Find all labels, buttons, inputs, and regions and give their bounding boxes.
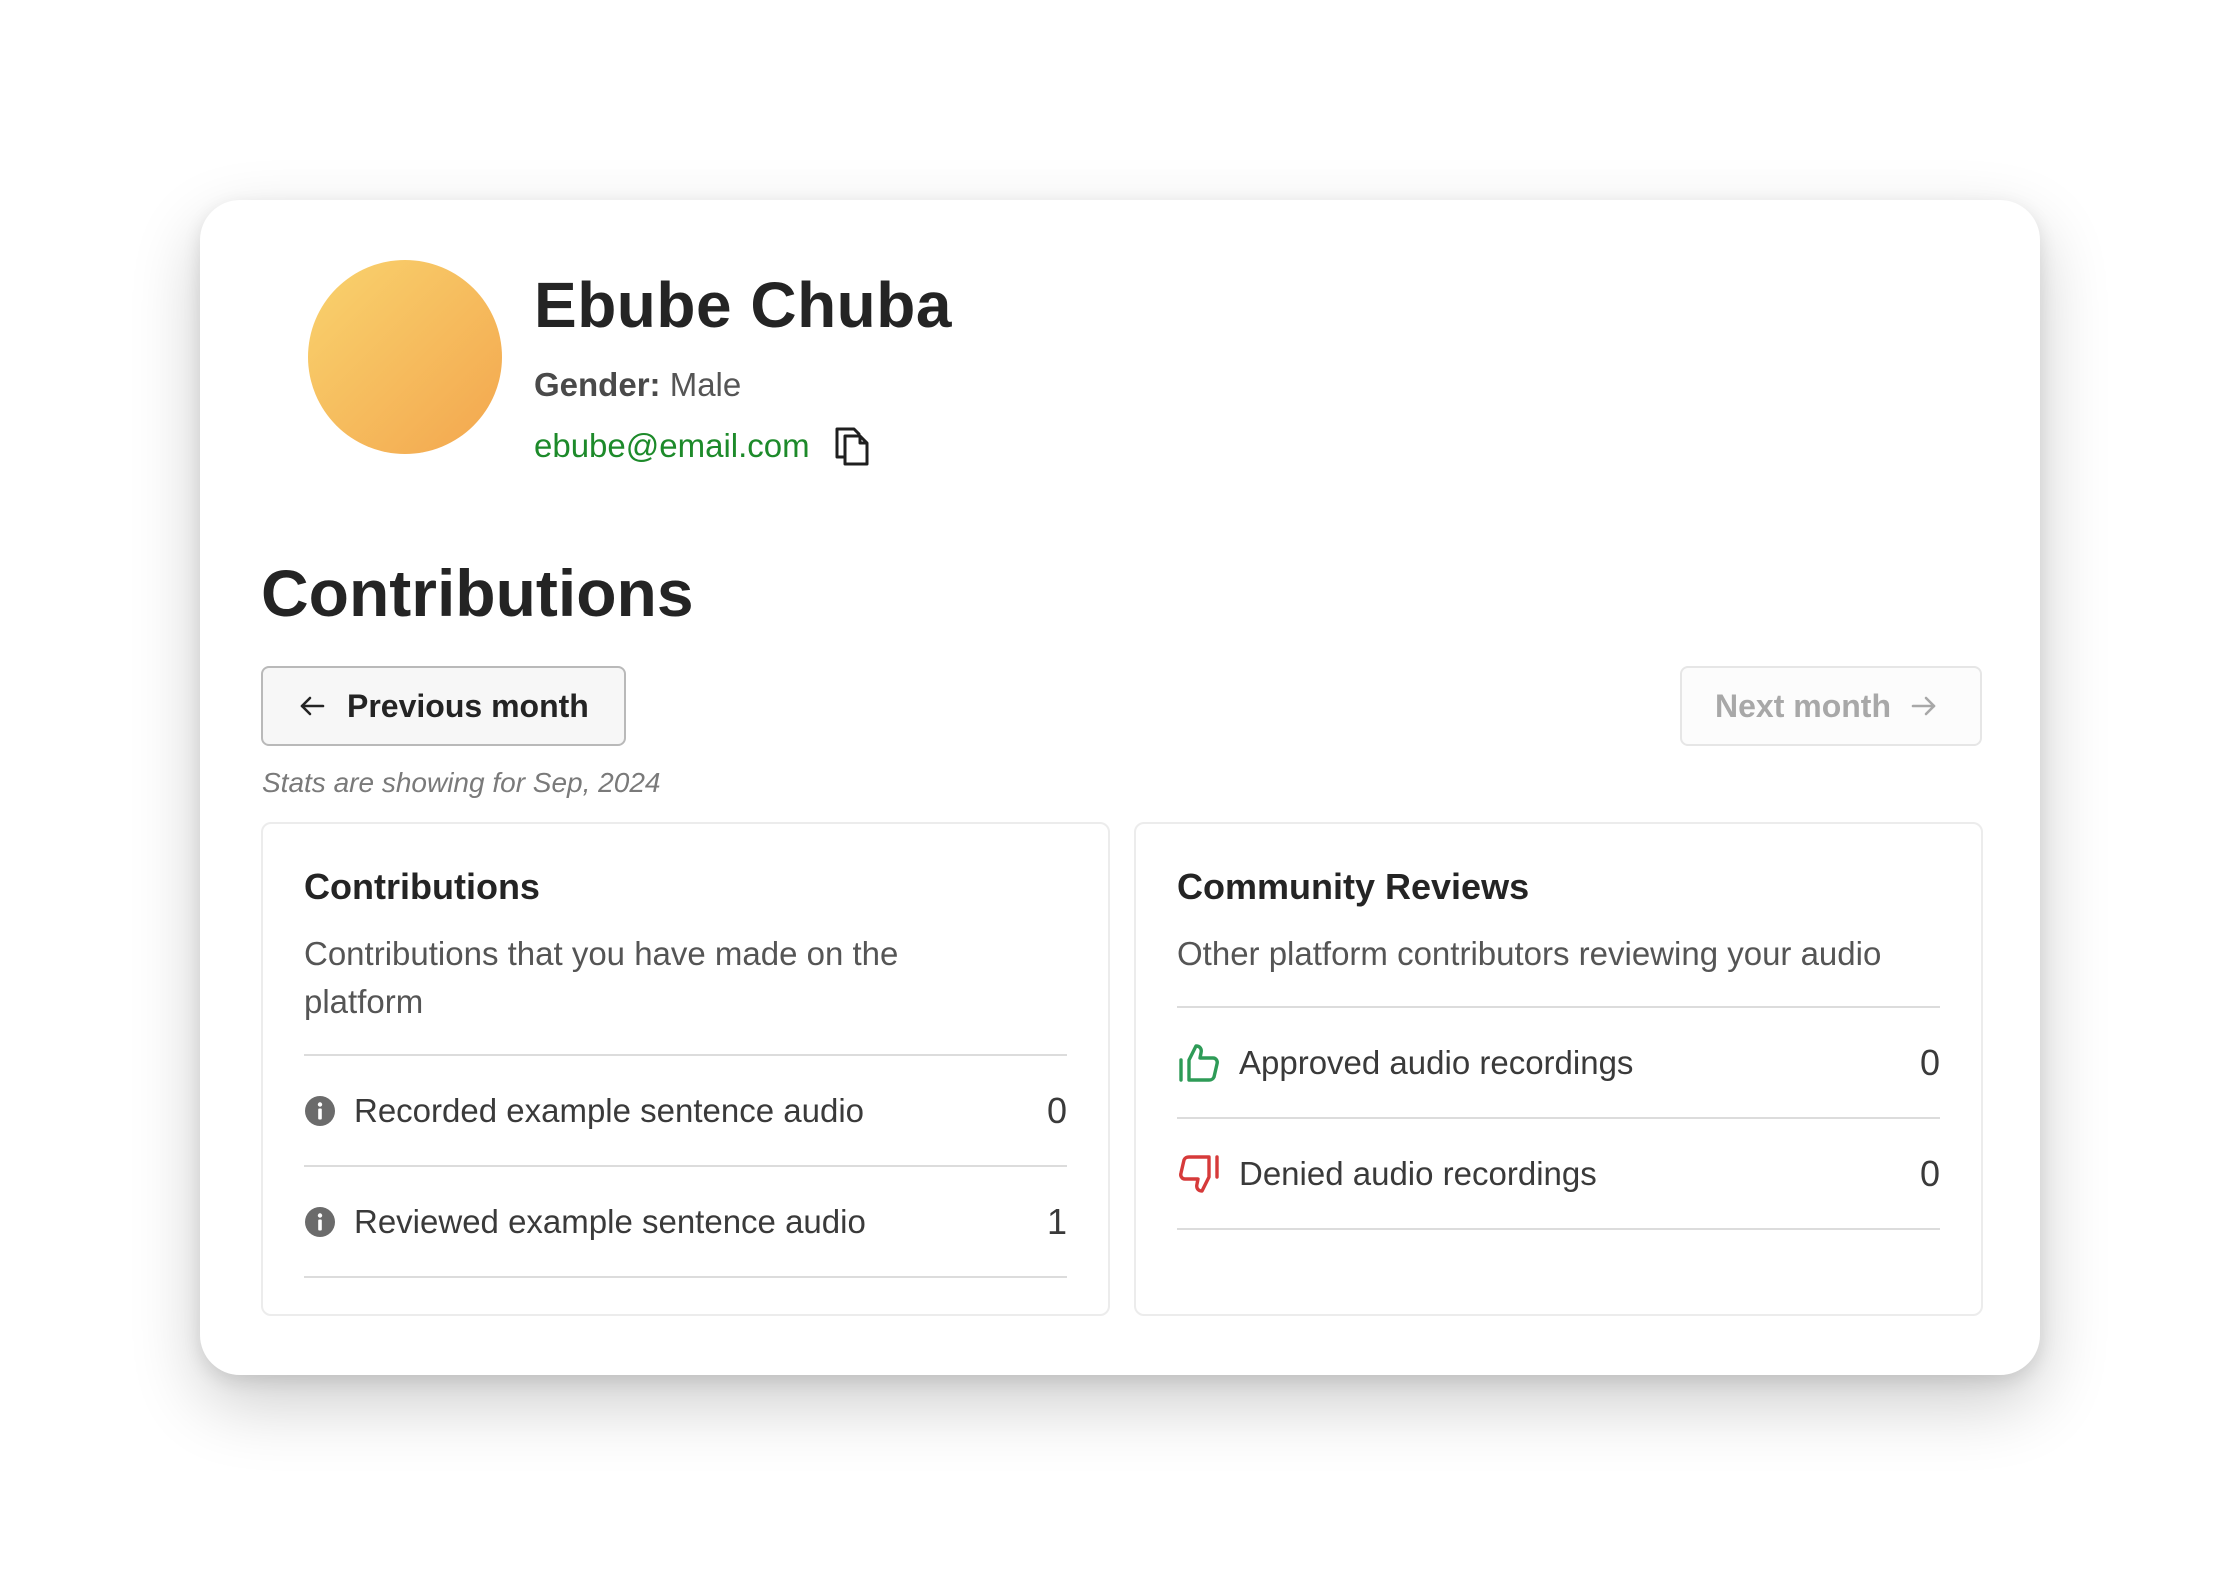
stat-label: Reviewed example sentence audio (354, 1202, 866, 1240)
previous-month-button[interactable]: Previous month (261, 666, 626, 746)
stat-label: Recorded example sentence audio (354, 1091, 865, 1129)
stat-value: 0 (1046, 1089, 1067, 1131)
gender-value: Male (669, 366, 742, 404)
profile-card: Ebube Chuba Gender: Male ebube@email.com… (200, 200, 2040, 1375)
next-month-button[interactable]: Next month (1680, 666, 1982, 746)
stat-row-label-group: Denied audio recordings (1177, 1152, 1597, 1196)
previous-month-label: Previous month (347, 687, 589, 724)
arrow-left-icon (300, 696, 325, 716)
panel-title: Contributions (304, 866, 540, 907)
stats-list: Approved audio recordings 0 Denied audio… (1177, 1006, 1940, 1230)
stat-value: 0 (1919, 1152, 1940, 1194)
panel-title: Community Reviews (1177, 866, 1530, 907)
panel-description: Other platform contributors reviewing yo… (1177, 935, 1882, 972)
info-icon[interactable] (304, 1095, 336, 1127)
thumbs-down-icon (1179, 1154, 1219, 1193)
email-address[interactable]: ebube@email.com (534, 427, 810, 465)
contributions-panel: Contributions Contributions that you hav… (261, 822, 1110, 1316)
stat-label: Denied audio recordings (1239, 1154, 1597, 1192)
stat-label: Approved audio recordings (1239, 1043, 1634, 1081)
stats-list: Recorded example sentence audio 0 Review… (304, 1054, 1067, 1278)
profile-info: Ebube Chuba Gender: Male ebube@email.com (534, 260, 952, 466)
community-reviews-panel: Community Reviews Other platform contrib… (1134, 822, 1983, 1316)
profile-name: Ebube Chuba (534, 269, 952, 341)
stat-row-recorded: Recorded example sentence audio 0 (304, 1056, 1067, 1167)
copy-icon[interactable] (834, 426, 870, 466)
info-icon[interactable] (304, 1206, 336, 1238)
arrow-right-icon (1911, 696, 1936, 716)
stat-row-approved: Approved audio recordings 0 (1177, 1008, 1940, 1119)
stat-row-denied: Denied audio recordings 0 (1177, 1119, 1940, 1230)
email-row: ebube@email.com (534, 426, 952, 466)
stat-value: 0 (1919, 1041, 1940, 1083)
next-month-label: Next month (1715, 687, 1891, 724)
thumbs-up-icon (1179, 1043, 1219, 1082)
stats-period-note: Stats are showing for Sep, 2024 (262, 767, 661, 798)
panel-description: Contributions that you have made on the … (304, 935, 899, 1020)
stat-row-label-group: Reviewed example sentence audio (304, 1203, 866, 1241)
gender-label: Gender: (534, 366, 661, 404)
avatar (308, 260, 502, 454)
stat-value: 1 (1046, 1200, 1067, 1242)
gender-line: Gender: Male (534, 366, 952, 404)
stat-row-label-group: Recorded example sentence audio (304, 1092, 864, 1130)
profile-header: Ebube Chuba Gender: Male ebube@email.com (308, 260, 952, 466)
contributions-heading: Contributions (261, 556, 694, 630)
stat-row-label-group: Approved audio recordings (1177, 1041, 1633, 1085)
stat-row-reviewed: Reviewed example sentence audio 1 (304, 1167, 1067, 1278)
